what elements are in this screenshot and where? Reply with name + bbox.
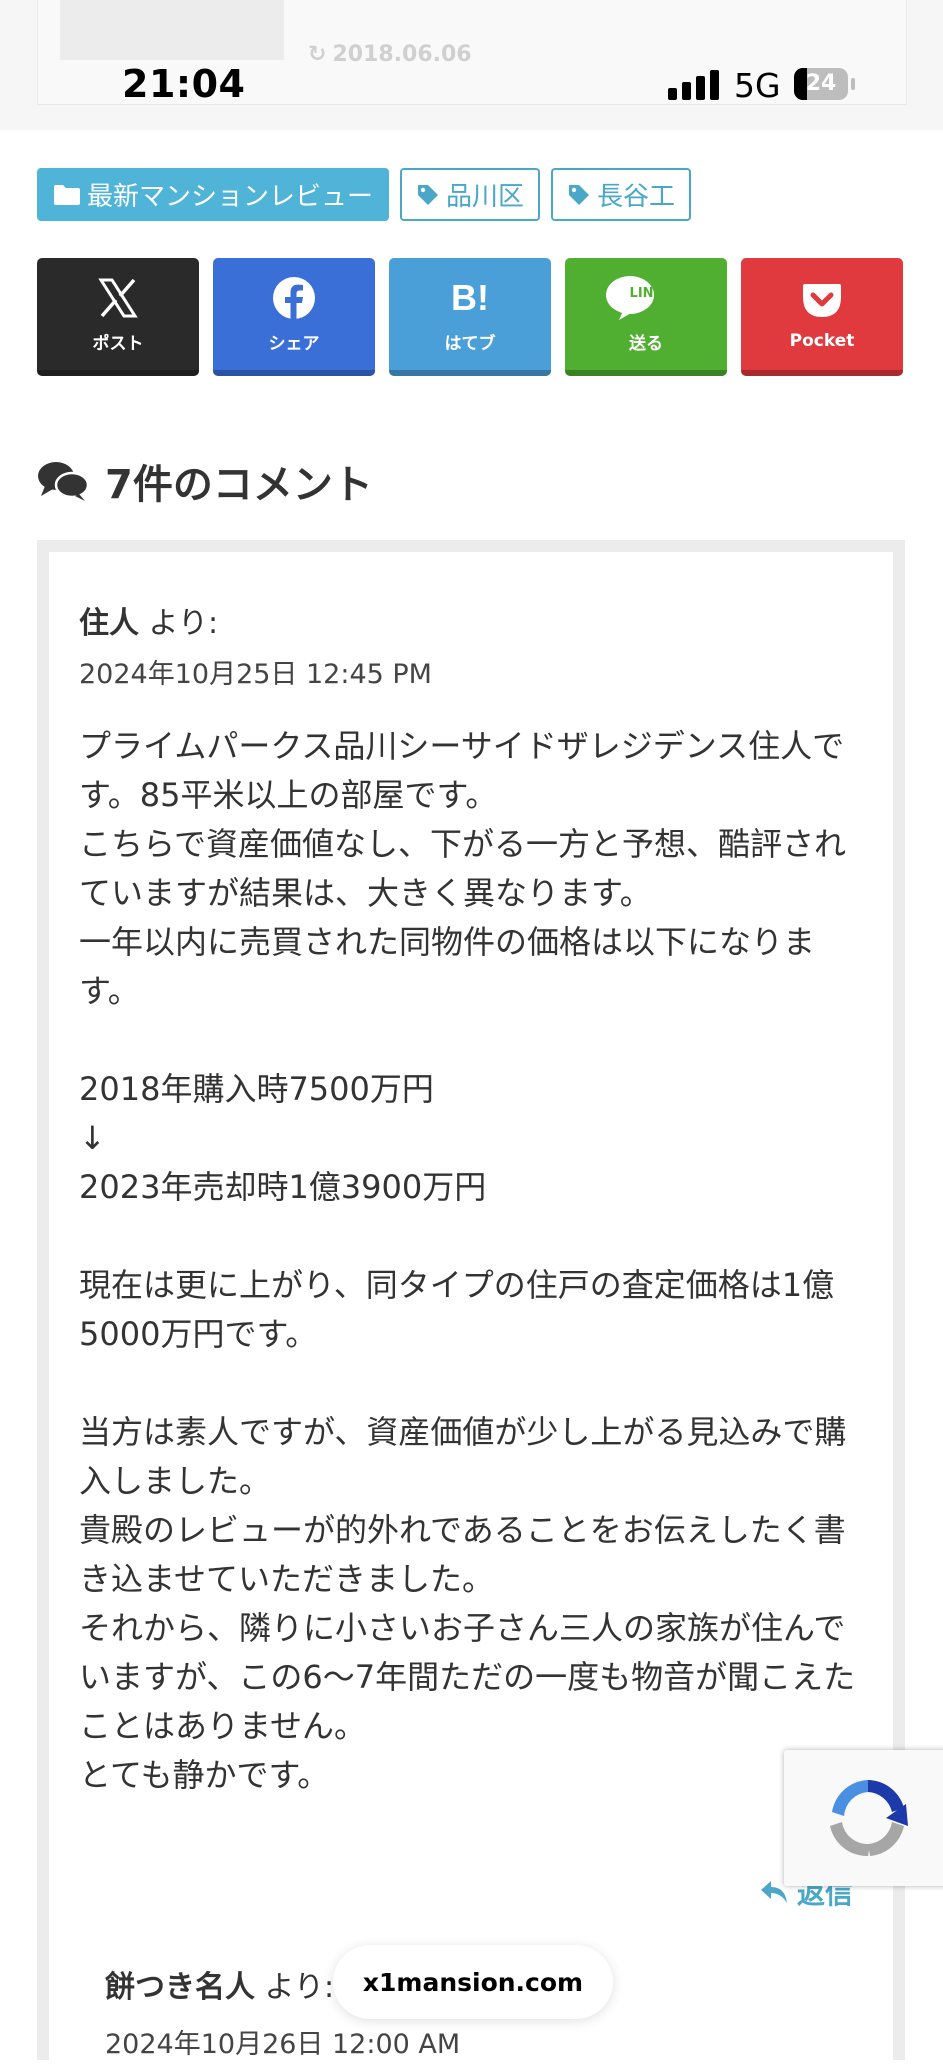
tag-icon (418, 184, 439, 205)
recaptcha-icon (830, 1780, 908, 1857)
comment-date: 2024年10月26日 12:00 AM (105, 2029, 461, 2060)
url-bar[interactable]: x1mansion.com (333, 1945, 613, 2019)
comments-heading: 7件のコメント (37, 452, 373, 510)
tag-chip-shinagawa[interactable]: 品川区 (400, 168, 541, 221)
category-chip[interactable]: 最新マンションレビュー (37, 168, 390, 221)
folder-icon (54, 184, 80, 205)
comment-date: 2024年10月25日 12:45 PM (79, 659, 432, 690)
hatena-bookmark-icon: B! (451, 276, 489, 318)
line-icon: LINE (605, 275, 662, 321)
recaptcha-badge[interactable] (784, 1750, 943, 1886)
signal-icon (668, 70, 720, 100)
tag-chip-haseko[interactable]: 長谷工 (551, 168, 692, 221)
comment-list: 住人 より: 2024年10月25日 12:45 PM プライムパークス品川シー… (37, 540, 905, 2072)
previous-article-thumbnail (60, 0, 284, 60)
pocket-icon (802, 277, 842, 323)
share-pocket-button[interactable]: Pocket (741, 258, 903, 376)
facebook-icon (272, 275, 316, 321)
battery-percent: 24 (805, 71, 837, 96)
battery-icon: 24 (794, 68, 856, 100)
comments-icon (38, 462, 89, 501)
comment-author: 餅つき名人 より: (105, 1970, 335, 2005)
comment-body: プライムパークス品川シーサイドザレジデンス住人です。85平米以上の部屋です。 こ… (79, 727, 856, 1794)
top-area: ↻ 2018.06.06 21:04 5G 24 (0, 0, 943, 130)
update-icon: ↻ (308, 42, 327, 67)
share-line-button[interactable]: LINE 送る (565, 258, 727, 376)
x-logo-icon (97, 275, 139, 321)
network-type: 5G (734, 66, 781, 105)
share-x-button[interactable]: ポスト (37, 258, 199, 376)
url-text: x1mansion.com (362, 1967, 584, 1997)
tag-icon (569, 184, 590, 205)
share-hatena-button[interactable]: B! はてブ (389, 258, 551, 376)
comments-title: 7件のコメント (105, 462, 373, 508)
comment-item: 住人 より: 2024年10月25日 12:45 PM プライムパークス品川シー… (49, 552, 893, 2072)
tag-list: 最新マンションレビュー 品川区 長谷工 (37, 168, 692, 221)
share-facebook-button[interactable]: シェア (213, 258, 375, 376)
comment-author: 住人 より: (79, 606, 219, 641)
previous-article-date: ↻ 2018.06.06 (308, 42, 472, 67)
status-time: 21:04 (122, 62, 246, 106)
share-buttons: ポスト シェア B! はてブ LINE 送る Pocket (37, 258, 903, 376)
